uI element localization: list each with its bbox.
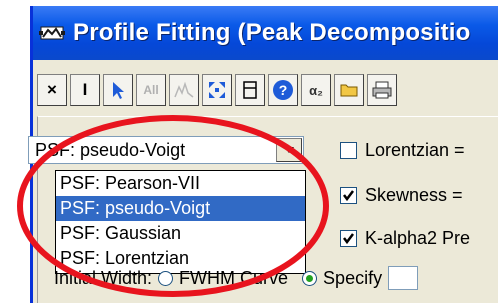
all-peaks-button[interactable]: All	[136, 74, 166, 106]
cursor-arrow-icon	[113, 82, 124, 99]
lorentzian-label: Lorentzian =	[365, 140, 465, 160]
alpha2-icon: α₂	[309, 82, 323, 98]
lorentzian-checkbox[interactable]	[340, 142, 357, 159]
print-button[interactable]	[367, 74, 397, 106]
kalpha2-row: K-alpha2 Pre	[340, 228, 470, 249]
text-cursor-button[interactable]: I	[70, 74, 100, 106]
alpha2-button[interactable]: α₂	[301, 74, 331, 106]
skewness-row: Skewness =	[340, 185, 463, 206]
skewness-checkbox[interactable]	[340, 187, 357, 204]
specify-input[interactable]	[388, 266, 419, 290]
expand-button[interactable]	[202, 74, 232, 106]
app-icon	[39, 20, 65, 46]
skewness-label: Skewness =	[365, 185, 463, 205]
panel-icon	[243, 81, 257, 99]
window-title: Profile Fitting (Peak Decompositio	[73, 19, 471, 46]
checkmark-icon	[343, 190, 354, 202]
folder-button[interactable]	[334, 74, 364, 106]
checkmark-icon	[343, 233, 354, 245]
help-icon: ?	[273, 80, 293, 100]
peak-shape-icon	[174, 81, 194, 98]
expand-arrows-icon	[209, 82, 225, 98]
all-peaks-icon: All	[143, 83, 159, 97]
panel-button[interactable]	[235, 74, 265, 106]
toolbar: × I All ? α₂	[37, 74, 397, 110]
close-button[interactable]: ×	[37, 74, 67, 106]
peak-shape-button[interactable]	[169, 74, 199, 106]
kalpha2-checkbox[interactable]	[340, 230, 357, 247]
help-button[interactable]: ?	[268, 74, 298, 106]
close-icon: ×	[47, 80, 57, 99]
lorentzian-row: Lorentzian =	[340, 140, 465, 161]
cursor-arrow-button[interactable]	[103, 74, 133, 106]
annotation-ellipse	[17, 115, 329, 297]
printer-icon	[372, 81, 392, 99]
title-bar[interactable]: Profile Fitting (Peak Decompositio	[33, 6, 498, 60]
folder-icon	[340, 84, 358, 97]
text-cursor-icon: I	[82, 80, 88, 99]
kalpha2-label: K-alpha2 Pre	[365, 228, 471, 248]
